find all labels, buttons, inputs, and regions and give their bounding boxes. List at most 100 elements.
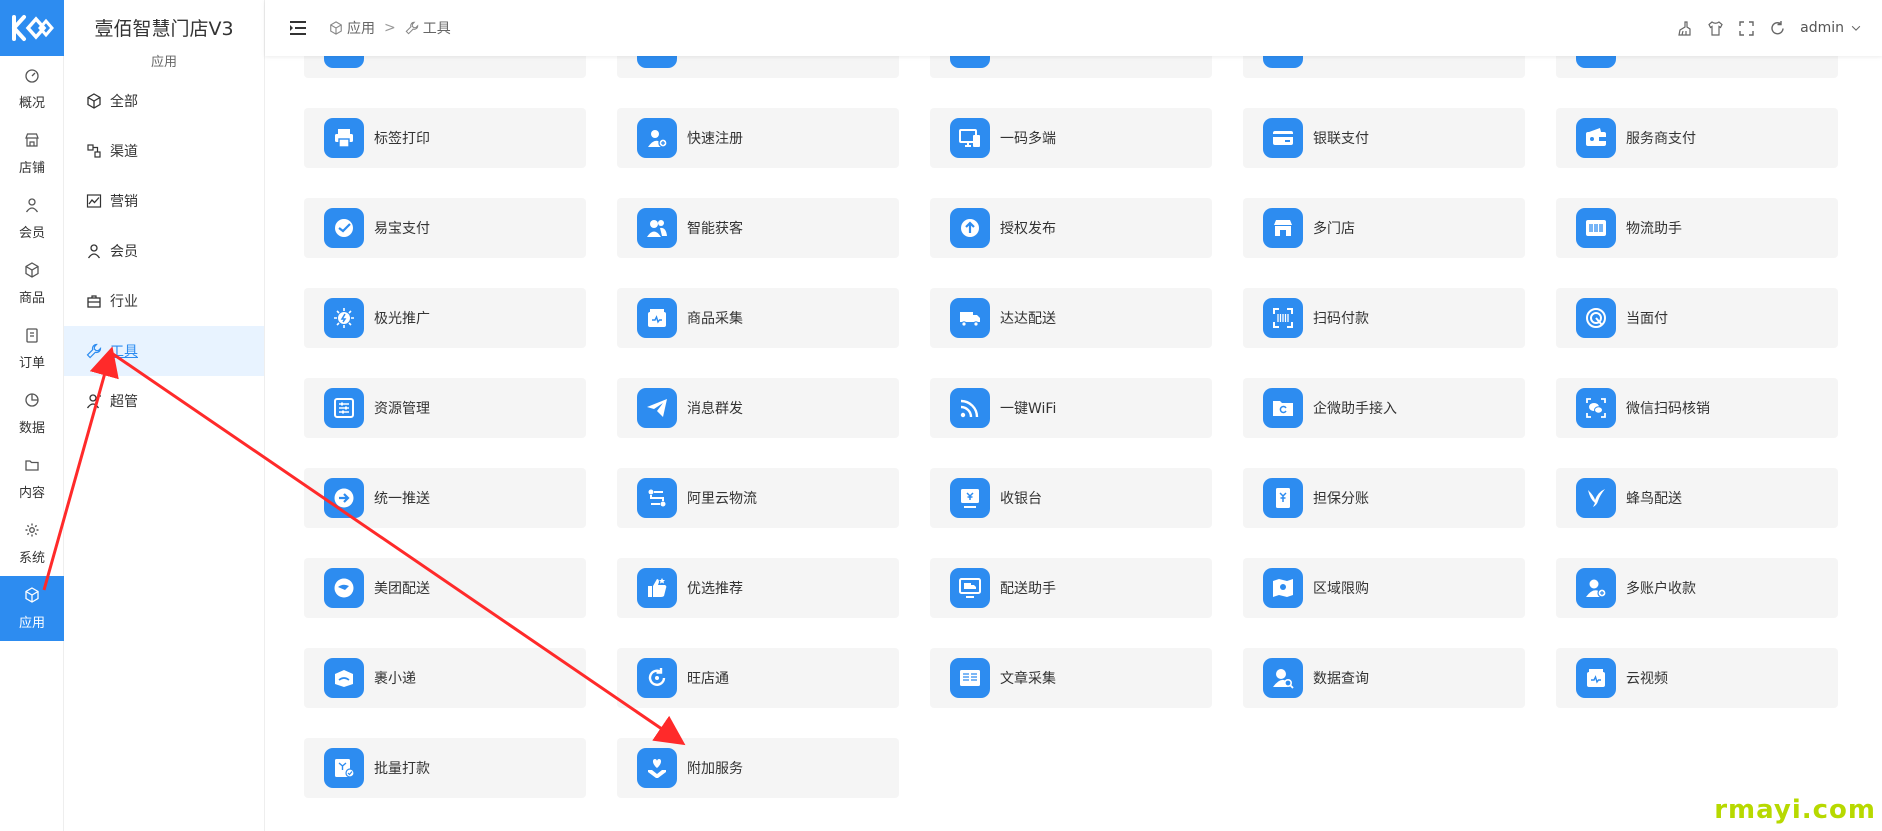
app-card[interactable]: 多门店 [1243, 198, 1525, 258]
app-grid-area: 标签打印 快速注册 一码多端 银联支付 服务商支付易宝支付 智能获客 授权发布 多门店 物流助手… [284, 56, 1882, 831]
rail-item[interactable]: 概况 [0, 56, 64, 121]
app-card[interactable] [304, 56, 586, 78]
app-card[interactable]: 配送助手 [930, 558, 1212, 618]
brand-name: 壹佰智慧门店V3 [94, 18, 234, 40]
app-card-label: 担保分账 [1313, 491, 1369, 507]
app-icon-tile [1576, 478, 1616, 518]
app-card[interactable]: 文章采集 [930, 648, 1212, 708]
collapse-menu-button[interactable] [287, 17, 309, 39]
wechat-scan-icon [1586, 398, 1606, 418]
rail-item[interactable]: 商品 [0, 251, 64, 316]
app-card[interactable]: 一码多端 [930, 108, 1212, 168]
app-card[interactable]: 服务商支付 [1556, 108, 1838, 168]
app-card[interactable]: 数据查询 [1243, 648, 1525, 708]
app-icon-tile [1263, 118, 1303, 158]
app-card[interactable]: 扫码付款 [1243, 288, 1525, 348]
submenu-item-label: 工具 [110, 344, 138, 360]
app-icon-tile [637, 478, 677, 518]
app-card-label: 批量打款 [374, 761, 430, 777]
aurora-icon [334, 308, 354, 328]
app-card[interactable]: 商品采集 [617, 288, 899, 348]
app-card[interactable]: 一键WiFi [930, 378, 1212, 438]
parcel-icon [335, 670, 353, 687]
rail-item[interactable]: 应用 [0, 576, 64, 641]
app-icon-tile [637, 118, 677, 158]
app-card[interactable] [930, 56, 1212, 78]
rail-item[interactable]: 订单 [0, 316, 64, 381]
app-card[interactable]: 消息群发 [617, 378, 899, 438]
app-card[interactable]: 标签打印 [304, 108, 586, 168]
rail-item[interactable]: 数据 [0, 381, 64, 446]
check-circle-icon [335, 219, 353, 237]
sliders-icon [334, 398, 354, 418]
breadcrumb-tools: 工具 [422, 21, 451, 37]
submenu-item[interactable]: 会员 [64, 226, 264, 276]
app-card[interactable]: 快速注册 [617, 108, 899, 168]
app-card[interactable]: 收银台 [930, 468, 1212, 528]
app-card[interactable]: 附加服务 [617, 738, 899, 798]
submenu-item[interactable]: 超管 [64, 376, 264, 426]
app-card[interactable]: 物流助手 [1556, 198, 1838, 258]
app-icon-tile [324, 478, 364, 518]
app-card[interactable]: 旺店通 [617, 648, 899, 708]
app-card[interactable]: 区域限购 [1243, 558, 1525, 618]
rail-item[interactable]: 店铺 [0, 121, 64, 186]
theme-shirt-icon[interactable] [1707, 20, 1724, 37]
submenu-item[interactable]: 行业 [64, 276, 264, 326]
app-card[interactable]: 授权发布 [930, 198, 1212, 258]
app-card[interactable]: 统一推送 [304, 468, 586, 528]
app-grid: 标签打印 快速注册 一码多端 银联支付 服务商支付易宝支付 智能获客 授权发布 多门店 物流助手… [304, 56, 1838, 798]
app-card[interactable]: 多账户收款 [1556, 558, 1838, 618]
app-icon-tile [1263, 298, 1303, 338]
app-icon-tile [324, 388, 364, 428]
app-card[interactable]: 蜂鸟配送 [1556, 468, 1838, 528]
app-card-label: 消息群发 [687, 401, 743, 417]
logo-icon [12, 15, 54, 41]
app-card[interactable]: 资源管理 [304, 378, 586, 438]
fullscreen-icon[interactable] [1738, 20, 1755, 37]
app-card[interactable]: 批量打款 [304, 738, 586, 798]
app-card[interactable]: 微信扫码核销 [1556, 378, 1838, 438]
submenu-item[interactable]: 渠道 [64, 126, 264, 176]
app-card[interactable]: 企微助手接入 [1243, 378, 1525, 438]
app-card[interactable]: 智能获客 [617, 198, 899, 258]
submenu-item[interactable]: 营销 [64, 176, 264, 226]
user-name[interactable]: admin [1800, 20, 1844, 36]
chevron-down-icon[interactable] [1850, 22, 1862, 34]
app-card-label: 附加服务 [687, 761, 743, 777]
rail-item[interactable]: 系统 [0, 511, 64, 576]
pie-icon [25, 392, 39, 407]
app-card[interactable] [1556, 56, 1838, 78]
app-icon-tile [637, 388, 677, 428]
app-card[interactable]: 达达配送 [930, 288, 1212, 348]
submenu-item[interactable]: 工具 [64, 326, 264, 376]
app-icon-tile [1263, 658, 1303, 698]
admin-icon [86, 394, 101, 409]
app-card-label: 易宝支付 [374, 221, 430, 237]
batch-pay-icon [335, 759, 355, 778]
app-card[interactable]: 美团配送 [304, 558, 586, 618]
app-icon-tile [1263, 56, 1303, 68]
app-card[interactable]: 优选推荐 [617, 558, 899, 618]
scan-icon [1273, 308, 1293, 328]
app-card[interactable]: 裹小递 [304, 648, 586, 708]
breadcrumb-apps[interactable]: 应用 [347, 18, 375, 38]
app-card[interactable]: 云视频 [1556, 648, 1838, 708]
app-card[interactable]: 阿里云物流 [617, 468, 899, 528]
rail-item[interactable]: 会员 [0, 186, 64, 251]
refresh-icon[interactable] [1769, 20, 1786, 37]
video-box-icon [1587, 669, 1605, 687]
app-card[interactable]: 担保分账 [1243, 468, 1525, 528]
clean-icon[interactable] [1676, 20, 1693, 37]
heart-hand-icon [648, 759, 666, 778]
app-card[interactable] [617, 56, 899, 78]
rail-item-label: 店铺 [18, 160, 45, 176]
app-card[interactable]: 银联支付 [1243, 108, 1525, 168]
app-card[interactable] [1243, 56, 1525, 78]
submenu-item[interactable]: 全部 [64, 76, 264, 126]
app-card[interactable]: 易宝支付 [304, 198, 586, 258]
app-logo[interactable] [0, 0, 64, 56]
rail-item[interactable]: 内容 [0, 446, 64, 511]
app-card[interactable]: 当面付 [1556, 288, 1838, 348]
app-card[interactable]: 极光推广 [304, 288, 586, 348]
